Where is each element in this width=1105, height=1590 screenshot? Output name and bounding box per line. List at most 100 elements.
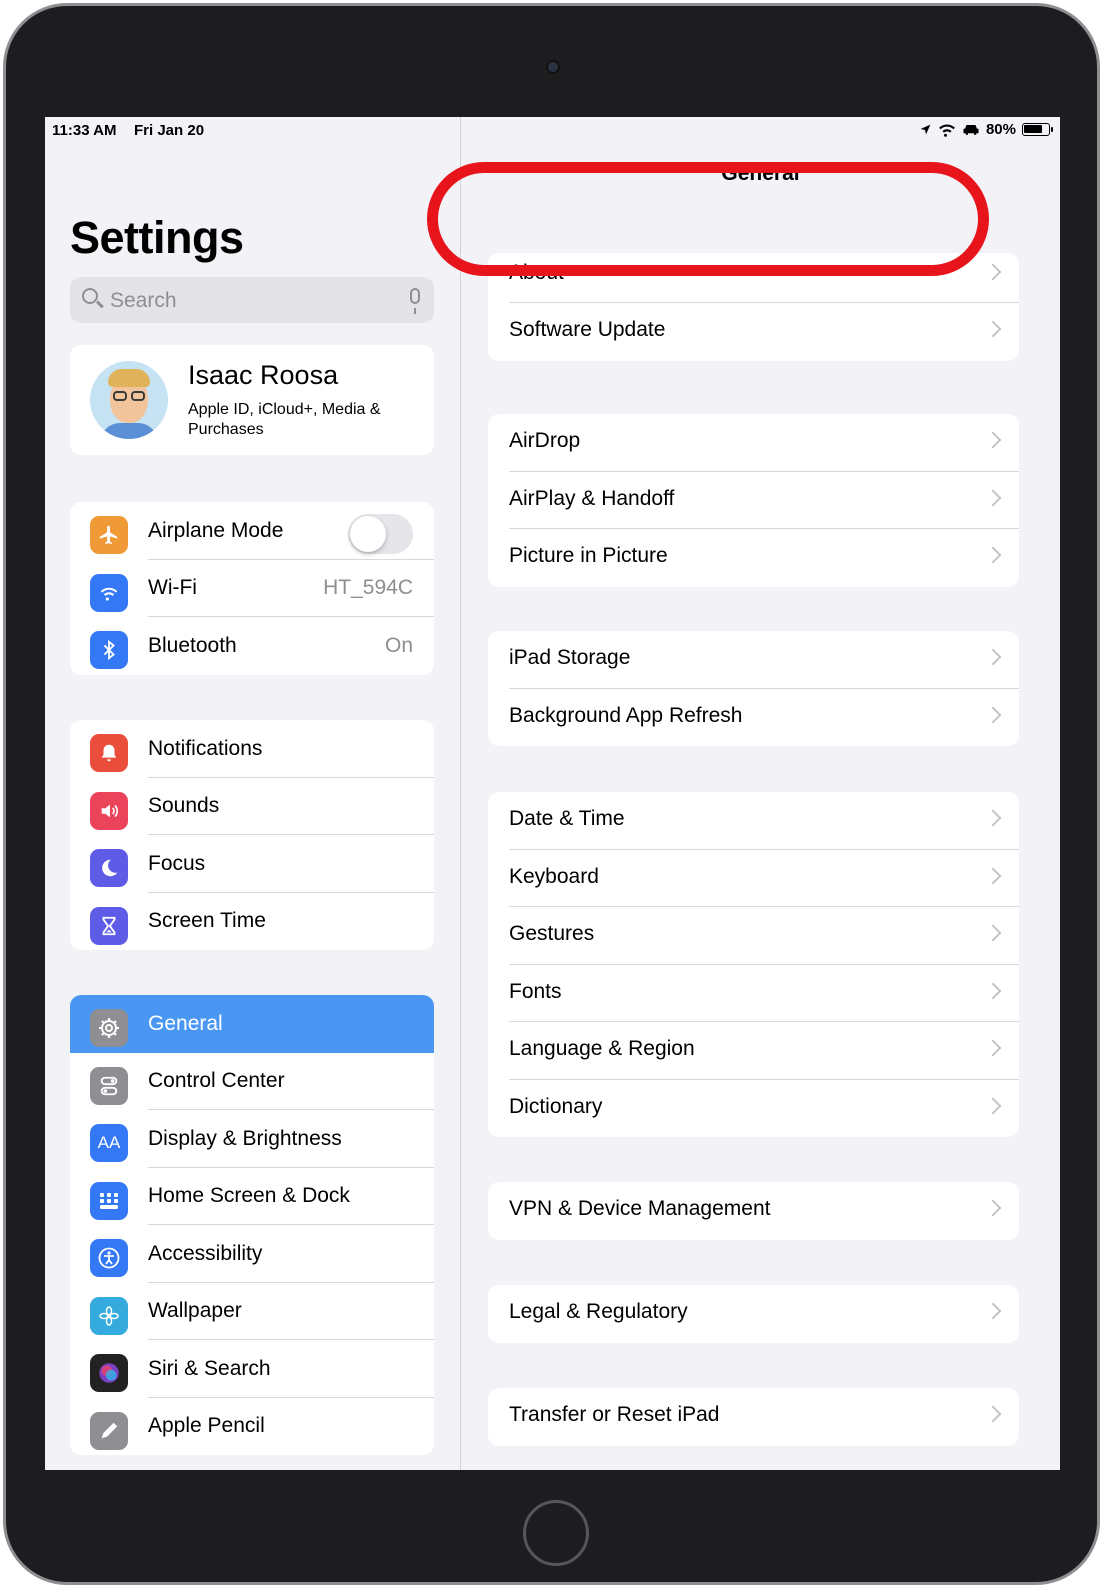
home-button[interactable] bbox=[523, 1500, 589, 1566]
sidebar-item-label: Airplane Mode bbox=[148, 518, 284, 542]
detail-row-bg-refresh[interactable]: Background App Refresh bbox=[488, 689, 1019, 747]
sidebar-item-label: General bbox=[148, 1011, 223, 1035]
apple-id-card[interactable]: Isaac Roosa Apple ID, iCloud+, Media & P… bbox=[70, 345, 434, 455]
page-title: Settings bbox=[70, 212, 244, 263]
sidebar-item-screen-time[interactable]: Screen Time bbox=[70, 893, 434, 951]
detail-row-legal[interactable]: Legal & Regulatory bbox=[488, 1285, 1019, 1343]
car-icon bbox=[963, 125, 979, 135]
bluetooth-value: On bbox=[384, 633, 413, 657]
chevron-right-icon bbox=[984, 1039, 1002, 1057]
detail-row-about[interactable]: About bbox=[488, 253, 1019, 303]
row-label: Gestures bbox=[509, 922, 595, 945]
sidebar-item-label: Siri & Search bbox=[148, 1356, 271, 1380]
moon-icon bbox=[90, 849, 128, 887]
sidebar-item-label: Apple Pencil bbox=[148, 1414, 265, 1438]
wifi-status-icon bbox=[939, 124, 955, 137]
detail-row-fonts[interactable]: Fonts bbox=[488, 965, 1019, 1022]
sidebar-item-airplane-mode[interactable]: Airplane Mode bbox=[70, 502, 434, 560]
detail-row-airdrop[interactable]: AirDrop bbox=[488, 414, 1019, 472]
app-grid-icon bbox=[90, 1181, 128, 1220]
status-time: 11:33 AM bbox=[52, 122, 117, 139]
wifi-icon bbox=[90, 573, 128, 612]
chevron-right-icon bbox=[984, 809, 1002, 827]
detail-row-keyboard[interactable]: Keyboard bbox=[488, 850, 1019, 907]
detail-group-4: Date & Time Keyboard Gestures Fonts Lang… bbox=[488, 792, 1019, 1137]
front-camera bbox=[546, 60, 560, 74]
chevron-right-icon bbox=[984, 924, 1002, 942]
chevron-right-icon bbox=[984, 263, 1002, 281]
detail-row-airplay[interactable]: AirPlay & Handoff bbox=[488, 472, 1019, 529]
toggles-icon bbox=[90, 1066, 128, 1105]
detail-row-storage[interactable]: iPad Storage bbox=[488, 631, 1019, 689]
sidebar-item-accessibility[interactable]: Accessibility bbox=[70, 1225, 434, 1283]
sidebar-item-label: Screen Time bbox=[148, 909, 266, 933]
detail-group-2: AirDrop AirPlay & Handoff Picture in Pic… bbox=[488, 414, 1019, 587]
text-size-icon: AA bbox=[90, 1124, 128, 1162]
row-label: AirDrop bbox=[509, 429, 581, 452]
gear-icon bbox=[90, 1009, 128, 1047]
status-date: Fri Jan 20 bbox=[134, 122, 205, 139]
chevron-right-icon bbox=[984, 867, 1002, 884]
detail-group-5: VPN & Device Management bbox=[488, 1182, 1019, 1240]
sidebar-item-wallpaper[interactable]: Wallpaper bbox=[70, 1283, 434, 1340]
sidebar-item-general[interactable]: General bbox=[70, 995, 434, 1053]
notifications-group: Notifications Sounds Focus Screen Time bbox=[70, 720, 434, 950]
screen: Settings Isaac Roosa Apple ID, iCloud+, … bbox=[45, 117, 1060, 1470]
detail-row-vpn[interactable]: VPN & Device Management bbox=[488, 1182, 1019, 1240]
row-label: Fonts bbox=[509, 979, 562, 1003]
battery-icon bbox=[1022, 123, 1053, 136]
pencil-icon bbox=[90, 1411, 128, 1450]
chevron-right-icon bbox=[984, 320, 1002, 338]
speaker-icon bbox=[90, 791, 128, 830]
location-icon bbox=[920, 124, 931, 135]
sidebar-item-control-center[interactable]: Control Center bbox=[70, 1053, 434, 1110]
sidebar-item-label: Control Center bbox=[148, 1069, 285, 1093]
sidebar-item-label: Wi-Fi bbox=[148, 576, 197, 600]
sidebar-item-sounds[interactable]: Sounds bbox=[70, 778, 434, 835]
sidebar-item-notifications[interactable]: Notifications bbox=[70, 720, 434, 778]
sidebar-item-home-screen[interactable]: Home Screen & Dock bbox=[70, 1168, 434, 1225]
row-label: Keyboard bbox=[509, 864, 599, 888]
detail-row-language[interactable]: Language & Region bbox=[488, 1022, 1019, 1080]
sidebar-item-display-brightness[interactable]: AA Display & Brightness bbox=[70, 1110, 434, 1168]
bell-icon bbox=[90, 734, 128, 772]
siri-icon bbox=[90, 1354, 128, 1392]
sidebar-item-label: Wallpaper bbox=[148, 1299, 242, 1323]
detail-group-6: Legal & Regulatory bbox=[488, 1285, 1019, 1343]
detail-row-date-time[interactable]: Date & Time bbox=[488, 792, 1019, 850]
microphone-icon[interactable] bbox=[410, 288, 420, 314]
accessibility-icon bbox=[90, 1239, 128, 1277]
connectivity-group: Airplane Mode Wi-Fi HT_594C Bluetooth On bbox=[70, 502, 434, 675]
search-input[interactable] bbox=[108, 277, 392, 325]
detail-row-dictionary[interactable]: Dictionary bbox=[488, 1080, 1019, 1138]
sidebar-item-wifi[interactable]: Wi-Fi HT_594C bbox=[70, 560, 434, 617]
chevron-right-icon bbox=[984, 1302, 1002, 1320]
sidebar-item-apple-pencil[interactable]: Apple Pencil bbox=[70, 1398, 434, 1456]
sidebar-item-siri[interactable]: Siri & Search bbox=[70, 1340, 434, 1398]
settings-sidebar: Settings Isaac Roosa Apple ID, iCloud+, … bbox=[45, 117, 461, 1470]
general-detail-pane: General About Software Update AirDrop Ai… bbox=[461, 117, 1060, 1470]
profile-name: Isaac Roosa bbox=[188, 360, 339, 390]
detail-title: General bbox=[721, 162, 800, 185]
detail-row-transfer-reset[interactable]: Transfer or Reset iPad bbox=[488, 1388, 1019, 1446]
sidebar-item-focus[interactable]: Focus bbox=[70, 835, 434, 893]
sidebar-item-label: Accessibility bbox=[148, 1241, 263, 1265]
sidebar-item-label: Focus bbox=[148, 851, 206, 875]
detail-row-software-update[interactable]: Software Update bbox=[488, 303, 1019, 361]
chevron-right-icon bbox=[984, 431, 1002, 449]
row-label: About bbox=[509, 261, 564, 284]
chevron-right-icon bbox=[984, 982, 1002, 999]
wifi-network-value: HT_594C bbox=[323, 576, 413, 600]
flower-icon bbox=[90, 1296, 128, 1335]
detail-row-gestures[interactable]: Gestures bbox=[488, 907, 1019, 965]
row-label: Legal & Regulatory bbox=[509, 1300, 688, 1323]
airplane-mode-toggle[interactable] bbox=[348, 514, 413, 554]
row-label: iPad Storage bbox=[509, 646, 631, 669]
row-label: Dictionary bbox=[509, 1094, 603, 1118]
sidebar-item-bluetooth[interactable]: Bluetooth On bbox=[70, 617, 434, 675]
detail-group-7: Transfer or Reset iPad bbox=[488, 1388, 1019, 1446]
sidebar-item-label: Sounds bbox=[148, 794, 220, 818]
search-bar[interactable] bbox=[70, 277, 434, 325]
sidebar-item-label: Home Screen & Dock bbox=[148, 1184, 350, 1208]
detail-row-pip[interactable]: Picture in Picture bbox=[488, 529, 1019, 587]
